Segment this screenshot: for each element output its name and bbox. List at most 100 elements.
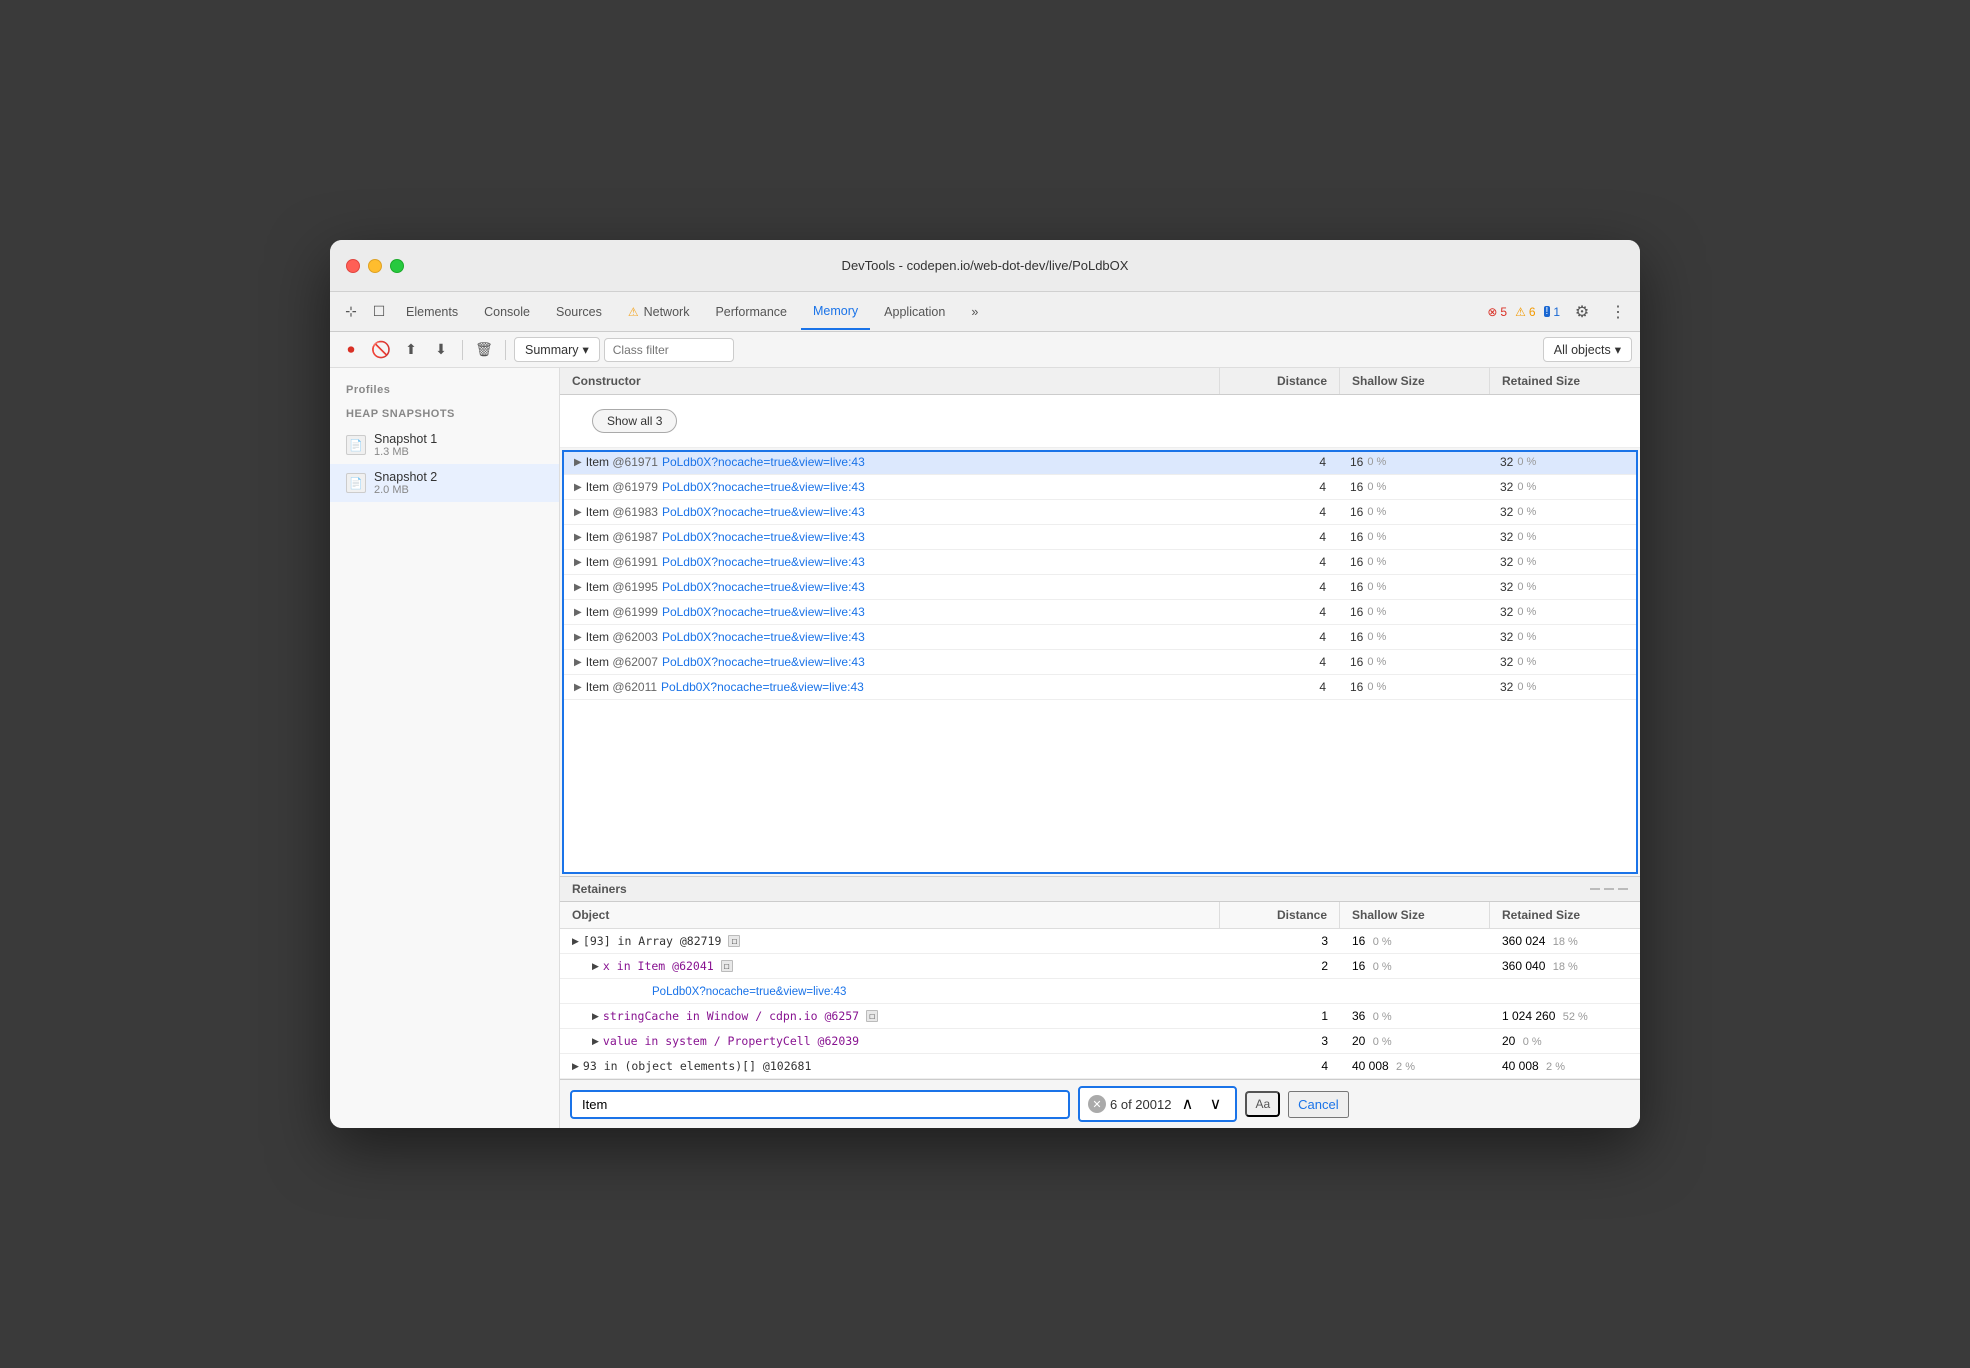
record-button[interactable]: ⏺ bbox=[338, 337, 364, 363]
distance-cell: 4 bbox=[1218, 650, 1338, 674]
table-row[interactable]: ▶ Item @62007 PoLdb0X?nocache=true&view=… bbox=[562, 650, 1638, 675]
search-input[interactable] bbox=[570, 1090, 1070, 1119]
retained-cell: 32 0 % bbox=[1488, 500, 1638, 524]
sidebar-item-snapshot2[interactable]: 📄 Snapshot 2 2.0 MB bbox=[330, 464, 559, 502]
upload-button[interactable]: ⬆ bbox=[398, 337, 424, 363]
shallow-cell: 16 0 % bbox=[1338, 675, 1488, 699]
retainer-shallow-pct: 0 % bbox=[1373, 1011, 1392, 1023]
expand-triangle-icon[interactable]: ▶ bbox=[592, 961, 599, 972]
item-link[interactable]: PoLdb0X?nocache=true&view=live:43 bbox=[661, 680, 864, 694]
shallow-cell: 16 0 % bbox=[1338, 550, 1488, 574]
item-link[interactable]: PoLdb0X?nocache=true&view=live:43 bbox=[662, 630, 865, 644]
search-prev-button[interactable]: ∧ bbox=[1175, 1092, 1199, 1116]
table-row[interactable]: ▶ Item @61983 PoLdb0X?nocache=true&view=… bbox=[562, 500, 1638, 525]
retainer-row[interactable]: ▶93 in (object elements)[] @102681 4 40 … bbox=[560, 1054, 1640, 1079]
expand-icon[interactable]: ▶ bbox=[574, 657, 582, 668]
expand-icon[interactable]: ▶ bbox=[574, 607, 582, 618]
warning-badge[interactable]: ⚠ 6 bbox=[1515, 305, 1535, 319]
retainer-row[interactable]: PoLdb0X?nocache=true&view=live:43 bbox=[560, 979, 1640, 1004]
expand-icon[interactable]: ▶ bbox=[574, 482, 582, 493]
tab-sources[interactable]: Sources bbox=[544, 294, 614, 330]
expand-icon[interactable]: ▶ bbox=[574, 507, 582, 518]
expand-triangle-icon[interactable]: ▶ bbox=[592, 1011, 599, 1022]
shallow-size-col-header: Shallow Size bbox=[1340, 368, 1490, 394]
expand-triangle-icon[interactable]: ▶ bbox=[572, 936, 579, 947]
retained-pct: 0 % bbox=[1517, 656, 1536, 668]
clear-search-button[interactable]: ✕ bbox=[1088, 1095, 1106, 1113]
tab-application[interactable]: Application bbox=[872, 294, 957, 330]
distance-value: 4 bbox=[1230, 580, 1326, 594]
expand-triangle-icon[interactable]: ▶ bbox=[592, 1036, 599, 1047]
item-link[interactable]: PoLdb0X?nocache=true&view=live:43 bbox=[662, 605, 865, 619]
table-row[interactable]: ▶ Item @61991 PoLdb0X?nocache=true&view=… bbox=[562, 550, 1638, 575]
item-link[interactable]: PoLdb0X?nocache=true&view=live:43 bbox=[662, 655, 865, 669]
search-next-button[interactable]: ∨ bbox=[1203, 1092, 1227, 1116]
table-row[interactable]: ▶ Item @61971 PoLdb0X?nocache=true&view=… bbox=[562, 450, 1638, 475]
item-link[interactable]: PoLdb0X?nocache=true&view=live:43 bbox=[662, 505, 865, 519]
item-link[interactable]: PoLdb0X?nocache=true&view=live:43 bbox=[662, 580, 865, 594]
table-row[interactable]: ▶ Item @62003 PoLdb0X?nocache=true&view=… bbox=[562, 625, 1638, 650]
cursor-icon[interactable]: ⊹ bbox=[338, 299, 364, 325]
table-row[interactable]: ▶ Item @62011 PoLdb0X?nocache=true&view=… bbox=[562, 675, 1638, 700]
table-row[interactable]: ▶ Item @61987 PoLdb0X?nocache=true&view=… bbox=[562, 525, 1638, 550]
item-link[interactable]: PoLdb0X?nocache=true&view=live:43 bbox=[662, 455, 865, 469]
distance-cell: 4 bbox=[1218, 625, 1338, 649]
item-link[interactable]: PoLdb0X?nocache=true&view=live:43 bbox=[662, 555, 865, 569]
item-name-cell: ▶ Item @61991 PoLdb0X?nocache=true&view=… bbox=[562, 550, 1218, 574]
info-badge[interactable]: ! 1 bbox=[1544, 305, 1560, 319]
error-badge[interactable]: ⊗ 5 bbox=[1487, 305, 1507, 319]
retainer-obj-header: Object bbox=[560, 902, 1220, 928]
sidebar-item-snapshot1[interactable]: 📄 Snapshot 1 1.3 MB bbox=[330, 426, 559, 464]
item-link[interactable]: PoLdb0X?nocache=true&view=live:43 bbox=[662, 480, 865, 494]
retainer-link[interactable]: PoLdb0X?nocache=true&view=live:43 bbox=[572, 986, 846, 998]
retainer-dist-header: Distance bbox=[1220, 902, 1340, 928]
maximize-button[interactable] bbox=[390, 259, 404, 273]
retainer-row[interactable]: ▶x in Item @62041□ 2 16 0 % 360 040 18 % bbox=[560, 954, 1640, 979]
expand-icon[interactable]: ▶ bbox=[574, 532, 582, 543]
expand-icon[interactable]: ▶ bbox=[574, 582, 582, 593]
minimize-button[interactable] bbox=[368, 259, 382, 273]
tab-console[interactable]: Console bbox=[472, 294, 542, 330]
item-link[interactable]: PoLdb0X?nocache=true&view=live:43 bbox=[662, 530, 865, 544]
settings-icon[interactable]: ⚙ bbox=[1568, 298, 1596, 326]
show-all-row: Show all 3 bbox=[560, 395, 1640, 448]
download-button[interactable]: ⬇ bbox=[428, 337, 454, 363]
clear-button[interactable]: 🚫 bbox=[368, 337, 394, 363]
expand-icon[interactable]: ▶ bbox=[574, 632, 582, 643]
tab-elements[interactable]: Elements bbox=[394, 294, 470, 330]
table-row[interactable]: ▶ Item @61999 PoLdb0X?nocache=true&view=… bbox=[562, 600, 1638, 625]
retainer-row[interactable]: ▶value in system / PropertyCell @62039 3… bbox=[560, 1029, 1640, 1054]
more-options-icon[interactable]: ⋮ bbox=[1604, 298, 1632, 326]
retainer-row[interactable]: ▶[93] in Array @82719□ 3 16 0 % 360 024 … bbox=[560, 929, 1640, 954]
match-case-button[interactable]: Aa bbox=[1245, 1091, 1280, 1117]
retainer-obj-cell: ▶value in system / PropertyCell @62039 bbox=[560, 1029, 1220, 1053]
cancel-search-button[interactable]: Cancel bbox=[1288, 1091, 1348, 1118]
delete-button[interactable]: 🗑 bbox=[471, 337, 497, 363]
table-row[interactable]: ▶ Item @61995 PoLdb0X?nocache=true&view=… bbox=[562, 575, 1638, 600]
expand-icon[interactable]: ▶ bbox=[574, 682, 582, 693]
tab-performance[interactable]: Performance bbox=[703, 294, 799, 330]
close-button[interactable] bbox=[346, 259, 360, 273]
class-filter-input[interactable] bbox=[604, 338, 734, 362]
expand-icon[interactable]: ▶ bbox=[574, 457, 582, 468]
tab-more[interactable]: » bbox=[959, 294, 990, 330]
table-row[interactable]: ▶ Item @61979 PoLdb0X?nocache=true&view=… bbox=[562, 475, 1638, 500]
summary-dropdown[interactable]: Summary ▾ bbox=[514, 337, 600, 362]
retained-num: 32 bbox=[1500, 480, 1513, 494]
tab-memory[interactable]: Memory bbox=[801, 294, 870, 330]
item-name: Item @61987 bbox=[586, 530, 658, 544]
heap-snapshots-title: HEAP SNAPSHOTS bbox=[330, 402, 559, 426]
retainer-row[interactable]: ▶stringCache in Window / cdpn.io @6257□ … bbox=[560, 1004, 1640, 1029]
tab-network[interactable]: ⚠ Network bbox=[616, 294, 702, 330]
retained-pct: 0 % bbox=[1517, 556, 1536, 568]
shallow-pct: 0 % bbox=[1367, 556, 1386, 568]
error-icon: ⊗ bbox=[1487, 305, 1497, 319]
distance-value: 4 bbox=[1230, 555, 1326, 569]
shallow-pct: 0 % bbox=[1367, 681, 1386, 693]
all-objects-dropdown[interactable]: All objects ▾ bbox=[1543, 337, 1632, 362]
inspect-icon[interactable]: ☐ bbox=[366, 299, 392, 325]
item-name-cell: ▶ Item @61979 PoLdb0X?nocache=true&view=… bbox=[562, 475, 1218, 499]
show-all-button[interactable]: Show all 3 bbox=[592, 409, 677, 433]
expand-triangle-icon[interactable]: ▶ bbox=[572, 1061, 579, 1072]
expand-icon[interactable]: ▶ bbox=[574, 557, 582, 568]
